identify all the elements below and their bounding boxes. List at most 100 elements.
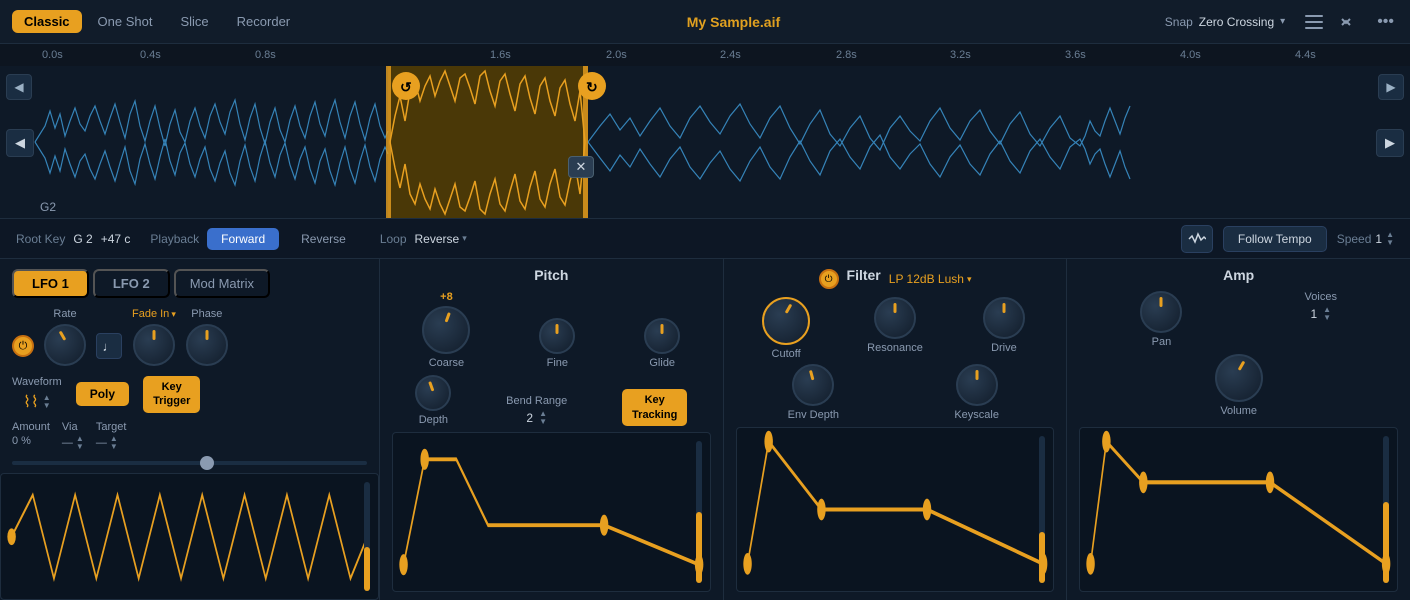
- waveform-view-btn[interactable]: [1181, 225, 1213, 253]
- mod-matrix-tab[interactable]: Mod Matrix: [174, 269, 270, 298]
- resonance-knob[interactable]: [874, 297, 916, 339]
- amount-value: 0 %: [12, 435, 50, 447]
- fine-knob[interactable]: [539, 318, 575, 354]
- forward-btn[interactable]: Forward: [207, 228, 279, 250]
- rate-label: Rate: [53, 308, 76, 320]
- fade-group: Fade In ▾: [132, 308, 176, 366]
- speed-value[interactable]: 1: [1375, 232, 1382, 246]
- voices-label: Voices: [1305, 291, 1337, 303]
- via-arrows[interactable]: ▲▼: [76, 435, 84, 451]
- lfo-slider[interactable]: [12, 461, 367, 465]
- coarse-knob[interactable]: [422, 306, 470, 354]
- drive-knob[interactable]: [983, 297, 1025, 339]
- filter-title: Filter: [847, 267, 881, 283]
- waveform-symbol: ⌇⌇: [23, 392, 39, 412]
- top-bar-icons: •••: [1301, 9, 1398, 35]
- key-trigger-button[interactable]: KeyTrigger: [143, 376, 200, 413]
- loop-close-button[interactable]: ✕: [568, 156, 594, 178]
- nav-start-icon[interactable]: ◀: [6, 74, 32, 100]
- lfo1-tab[interactable]: LFO 1: [12, 269, 89, 298]
- volume-knob[interactable]: [1215, 354, 1263, 402]
- nav-prev-icon[interactable]: ◀: [6, 129, 34, 157]
- via-group: Via — ▲▼: [62, 421, 84, 451]
- chevron-down-icon: ▾: [1280, 16, 1285, 27]
- waveform-stepper[interactable]: ▲▼: [43, 394, 51, 410]
- waveform-container: 0.0s 0.4s 0.8s 1.6s 2.0s 2.4s 2.8s 3.2s …: [0, 44, 1410, 219]
- speed-stepper[interactable]: ▲ ▼: [1386, 231, 1394, 247]
- loop-label: Loop: [380, 232, 407, 246]
- filter-type[interactable]: LP 12dB Lush ▾: [889, 272, 972, 286]
- target-label: Target: [96, 421, 127, 433]
- slider-thumb[interactable]: [200, 456, 214, 470]
- nav-next-icon[interactable]: ▶: [1376, 129, 1404, 157]
- filter-knobs-row2: Env Depth Keyscale: [736, 364, 1055, 421]
- ruler-24s: 2.4s: [720, 49, 741, 61]
- key-tracking-group: KeyTracking: [622, 389, 687, 426]
- phase-knob[interactable]: [186, 324, 228, 366]
- waveform-area: ◀ ▶ ◀ ▶ ↺: [0, 66, 1410, 219]
- bend-range-stepper[interactable]: ▲▼: [539, 410, 547, 426]
- lfo2-tab[interactable]: LFO 2: [93, 269, 170, 298]
- reverse-btn[interactable]: Reverse: [287, 228, 360, 250]
- voices-stepper[interactable]: ▲▼: [1323, 306, 1331, 322]
- filter-power-button[interactable]: ⏻: [819, 269, 839, 289]
- env-depth-knob[interactable]: [792, 364, 834, 406]
- filter-panel: ⏻ Filter LP 12dB Lush ▾ Cutoff Resonance: [724, 259, 1068, 600]
- waveform-select[interactable]: ⌇⌇ ▲▼: [23, 392, 51, 412]
- depth-group: Depth: [415, 375, 451, 426]
- poly-button[interactable]: Poly: [76, 382, 129, 406]
- glide-knob[interactable]: [644, 318, 680, 354]
- fade-knob[interactable]: [133, 324, 175, 366]
- bottom-section: LFO 1 LFO 2 Mod Matrix ⏻ Rate ♩: [0, 259, 1410, 600]
- voices-value: 1: [1310, 307, 1317, 321]
- root-key-offset: +47 c: [101, 232, 131, 246]
- lfo-power-button[interactable]: ⏻: [12, 335, 34, 357]
- pitch-env-graph: [392, 432, 711, 592]
- tab-recorder[interactable]: Recorder: [225, 10, 302, 33]
- ruler-40s: 4.0s: [1180, 49, 1201, 61]
- snap-label: Snap: [1165, 15, 1193, 29]
- via-stepper[interactable]: — ▲▼: [62, 435, 84, 451]
- amp-env-graph: [1079, 427, 1398, 592]
- chevron-down-icon: ▾: [967, 274, 972, 285]
- bend-range-group: Bend Range 2 ▲▼: [506, 395, 567, 426]
- more-icon[interactable]: •••: [1373, 9, 1398, 35]
- bend-range-value: 2: [526, 411, 533, 425]
- tab-slice[interactable]: Slice: [168, 10, 220, 33]
- resonance-group: Resonance: [845, 297, 946, 360]
- expand-icon[interactable]: [1337, 11, 1363, 33]
- ruler-32s: 3.2s: [950, 49, 971, 61]
- note-icon[interactable]: ♩: [96, 333, 122, 359]
- follow-tempo-button[interactable]: Follow Tempo: [1223, 226, 1327, 252]
- nav-end-icon[interactable]: ▶: [1378, 74, 1404, 100]
- volume-group: Volume: [1215, 354, 1263, 417]
- ruler-0s: 0.0s: [42, 49, 63, 61]
- target-arrows[interactable]: ▲▼: [110, 435, 118, 451]
- pan-group: Pan: [1140, 291, 1182, 348]
- key-tracking-button[interactable]: KeyTracking: [622, 389, 687, 426]
- ruler-08s: 0.8s: [255, 49, 276, 61]
- tab-one-shot[interactable]: One Shot: [86, 10, 165, 33]
- glide-label: Glide: [649, 357, 675, 369]
- target-stepper[interactable]: — ▲▼: [96, 435, 127, 451]
- file-title[interactable]: My Sample.aif: [302, 14, 1165, 30]
- rate-knob[interactable]: [44, 324, 86, 366]
- waveform-label: Waveform: [12, 376, 62, 388]
- loop-value: Reverse ▾: [415, 232, 467, 246]
- target-group: Target — ▲▼: [96, 421, 127, 451]
- speed-control: Speed 1 ▲ ▼: [1337, 231, 1394, 247]
- tab-classic[interactable]: Classic: [12, 10, 82, 33]
- depth-knob[interactable]: [415, 375, 451, 411]
- playback-label: Playback: [150, 232, 199, 246]
- waveform-display[interactable]: ↺ ↻ ✕ G2: [0, 66, 1410, 219]
- lfo-tabs: LFO 1 LFO 2 Mod Matrix: [0, 259, 379, 304]
- cutoff-knob[interactable]: [762, 297, 810, 345]
- pan-knob[interactable]: [1140, 291, 1182, 333]
- collapse-icon[interactable]: [1301, 11, 1327, 33]
- snap-value[interactable]: Zero Crossing: [1199, 15, 1274, 29]
- lfo-slider-container: [0, 455, 379, 469]
- keyscale-knob[interactable]: [956, 364, 998, 406]
- fine-group: Fine: [539, 318, 575, 369]
- amp-panel: Amp Pan Voices 1 ▲▼: [1067, 259, 1410, 600]
- filter-env-graph: [736, 427, 1055, 592]
